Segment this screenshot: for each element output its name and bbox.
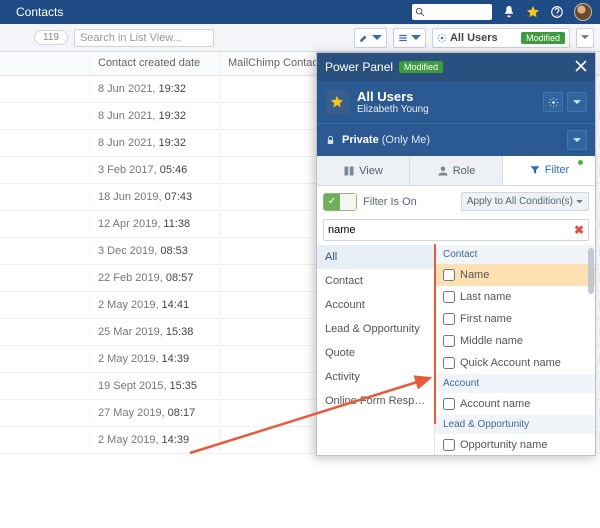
col-header-created[interactable]: Contact created date	[90, 52, 220, 75]
field-item[interactable]: Middle name	[435, 330, 595, 352]
close-icon[interactable]	[575, 60, 587, 75]
gear-icon[interactable]	[543, 92, 563, 112]
field-item[interactable]: Last name	[435, 286, 595, 308]
field-label: Last name	[460, 291, 511, 303]
field-group-header: Lead & Opportunity	[435, 415, 595, 434]
field-item[interactable]: Account name	[435, 393, 595, 415]
star-icon[interactable]	[526, 5, 540, 19]
field-label: First name	[460, 313, 512, 325]
record-count: 119	[34, 30, 68, 45]
filter-toggle[interactable]: ✓	[323, 193, 357, 211]
role-icon	[437, 165, 449, 177]
category-item[interactable]: Account	[317, 293, 434, 317]
allusers-dropdown[interactable]: All Users Modified	[432, 28, 570, 48]
view-icon	[343, 165, 355, 177]
edit-mode-dropdown[interactable]	[354, 28, 387, 48]
field-checkbox[interactable]	[443, 291, 455, 303]
indicator-dot	[578, 160, 583, 165]
col-header-mailchimp[interactable]: MailChimp Contact ID	[220, 52, 320, 75]
field-checkbox[interactable]	[443, 269, 455, 281]
pencil-icon	[359, 33, 369, 43]
scrollbar-thumb[interactable]	[588, 248, 594, 294]
help-icon[interactable]	[550, 5, 564, 19]
category-item[interactable]: Activity	[317, 365, 434, 389]
field-label: Opportunity name	[460, 439, 547, 451]
tab-view[interactable]: View	[317, 156, 410, 185]
chevron-down-icon[interactable]	[567, 130, 587, 150]
field-label: Middle name	[460, 335, 523, 347]
panel-user-title: All Users	[357, 89, 429, 104]
field-group-header: Contact	[435, 245, 595, 264]
category-item[interactable]: Online Form Respon…	[317, 389, 434, 413]
search-icon	[415, 7, 425, 17]
category-item[interactable]: All	[317, 245, 434, 269]
page-title: Contacts	[16, 5, 63, 19]
chevron-down-icon[interactable]	[567, 92, 587, 112]
filter-search[interactable]: ✖	[323, 219, 589, 241]
filter-state-label: Filter Is On	[363, 196, 417, 208]
chevron-down-icon	[411, 33, 421, 43]
chevron-down-icon	[372, 33, 382, 43]
chevron-down-icon	[581, 35, 589, 40]
category-item[interactable]: Lead & Opportunity	[317, 317, 434, 341]
chevron-down-icon	[576, 200, 583, 204]
tab-role[interactable]: Role	[410, 156, 503, 185]
field-item[interactable]: First name	[435, 308, 595, 330]
field-group-header: Account	[435, 374, 595, 393]
lock-icon	[325, 135, 336, 146]
filter-search-input[interactable]	[328, 224, 574, 236]
field-checkbox[interactable]	[443, 335, 455, 347]
category-item[interactable]: Quote	[317, 341, 434, 365]
star-icon	[325, 90, 349, 114]
tab-filter[interactable]: Filter	[503, 156, 595, 185]
global-search[interactable]	[412, 4, 492, 20]
funnel-icon	[529, 164, 541, 176]
clear-icon[interactable]: ✖	[574, 223, 584, 237]
panel-user-sub: Elizabeth Young	[357, 104, 429, 115]
field-item[interactable]: Name	[435, 264, 595, 286]
field-checkbox[interactable]	[443, 398, 455, 410]
list-search[interactable]: Search in List View...	[74, 29, 214, 47]
field-item[interactable]: Quick Account name	[435, 352, 595, 374]
list-icon	[398, 33, 408, 43]
modified-badge: Modified	[521, 32, 565, 44]
field-label: Quick Account name	[460, 357, 561, 369]
power-panel: Power Panel Modified All Users Elizabeth…	[316, 52, 596, 456]
panel-toggle[interactable]	[576, 28, 594, 48]
category-item[interactable]: Contact	[317, 269, 434, 293]
view-mode-dropdown[interactable]	[393, 28, 426, 48]
gear-users-icon	[437, 33, 447, 43]
field-checkbox[interactable]	[443, 439, 455, 451]
field-item[interactable]: Opportunity name	[435, 434, 595, 455]
field-checkbox[interactable]	[443, 313, 455, 325]
modified-badge: Modified	[399, 61, 443, 73]
power-panel-title: Power Panel	[325, 60, 393, 74]
apply-conditions-dropdown[interactable]: Apply to All Condition(s)	[461, 192, 589, 211]
col-header-blank[interactable]	[0, 52, 90, 75]
user-avatar[interactable]	[574, 3, 592, 21]
field-label: Account name	[460, 398, 530, 410]
bell-icon[interactable]	[502, 5, 516, 19]
field-label: Name	[460, 269, 489, 281]
field-checkbox[interactable]	[443, 357, 455, 369]
